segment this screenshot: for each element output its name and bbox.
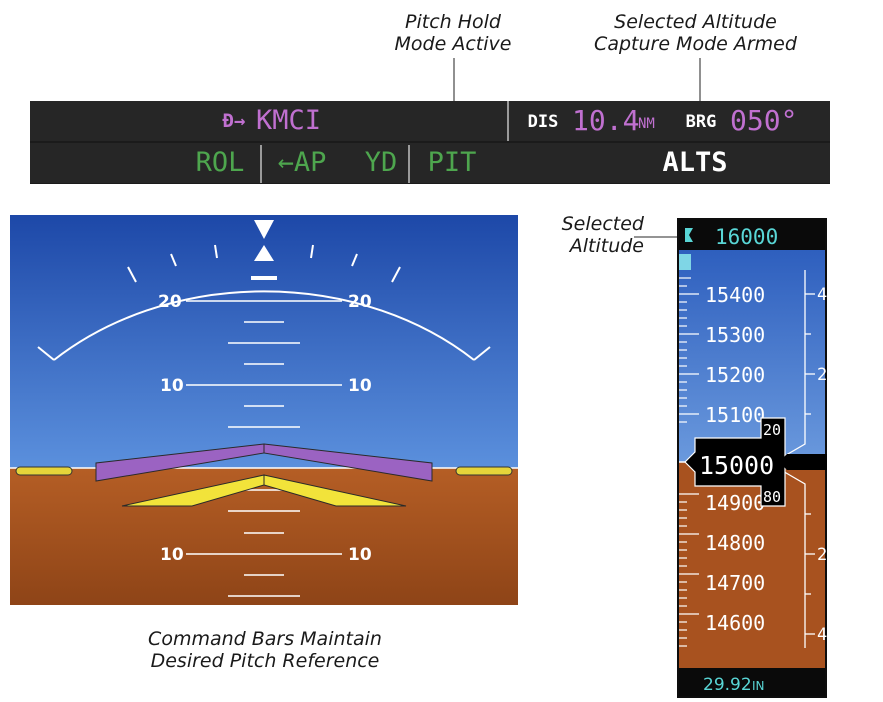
vsi-mark-upper-2: 2 (817, 365, 827, 385)
pitch-label-left-10: 10 (160, 376, 184, 396)
attitude-indicator: 20 20 10 10 10 10 (10, 215, 518, 605)
tape-value-15200: 15200 (705, 363, 765, 387)
afcs-status-bar: Đ→ KMCI DIS 10.4 NM BRG 050° ROL ←AP YD … (30, 101, 830, 184)
vsi-pointer (779, 454, 827, 470)
tape-value-14700: 14700 (705, 571, 765, 595)
pitch-label-right-neg10: 10 (348, 545, 372, 565)
brg-label: BRG (685, 112, 717, 132)
pitch-label-left-20: 20 (158, 292, 182, 312)
yaw-damper-indicator: YD (364, 147, 398, 178)
active-waypoint: KMCI (256, 105, 322, 136)
alt-tape-sky (679, 250, 825, 462)
afcs-divider-2 (408, 145, 410, 183)
horizon-ref-left (15, 466, 73, 476)
dis-value: 10.4 (572, 104, 640, 137)
vsi-mark-upper-4: 4 (817, 285, 827, 305)
dis-unit: NM (638, 116, 655, 132)
altitude-roll-above: 20 (763, 421, 781, 439)
altitude-bug-on-tape (679, 254, 691, 270)
altitude-roll-below: 80 (763, 488, 781, 506)
tape-value-14800: 14800 (705, 531, 765, 555)
tape-value-15400: 15400 (705, 283, 765, 307)
altimeter-graphic: 16000 15400 15300 15200 15100 14900 1480… (677, 218, 827, 698)
baro-setting-unit: IN (752, 679, 765, 693)
direct-to-icon: Đ→ (222, 110, 246, 132)
dis-label: DIS (527, 112, 559, 132)
tape-value-14900: 14900 (705, 491, 765, 515)
selected-altitude-value: 16000 (715, 225, 778, 249)
vertical-mode-armed: ALTS (662, 147, 728, 178)
pitch-label-right-10: 10 (348, 376, 372, 396)
vertical-mode-active: PIT (427, 147, 477, 178)
altimeter: 16000 15400 15300 15200 15100 14900 1480… (677, 218, 827, 698)
vsi-mark-lower-4: 4 (817, 625, 827, 645)
current-altitude-minor: 000 (729, 451, 774, 480)
tape-value-15300: 15300 (705, 323, 765, 347)
attitude-graphic: 20 20 10 10 10 10 (10, 215, 518, 605)
vsi-mark-lower-2: 2 (817, 545, 827, 565)
lateral-mode-active: ROL (195, 147, 245, 178)
tape-value-15100: 15100 (705, 403, 765, 427)
slip-skid-indicator (251, 276, 277, 280)
ground (10, 468, 518, 605)
tape-value-14600: 14600 (705, 611, 765, 635)
brg-value: 050° (730, 104, 798, 137)
nav-row-divider (507, 101, 509, 141)
pitch-label-right-20: 20 (348, 292, 372, 312)
baro-setting-value: 29.92 (703, 675, 752, 695)
pitch-label-left-neg10: 10 (160, 545, 184, 565)
autopilot-indicator: ←AP (277, 147, 327, 178)
horizon-ref-right (455, 466, 513, 476)
current-altitude-major: 15 (699, 451, 729, 480)
